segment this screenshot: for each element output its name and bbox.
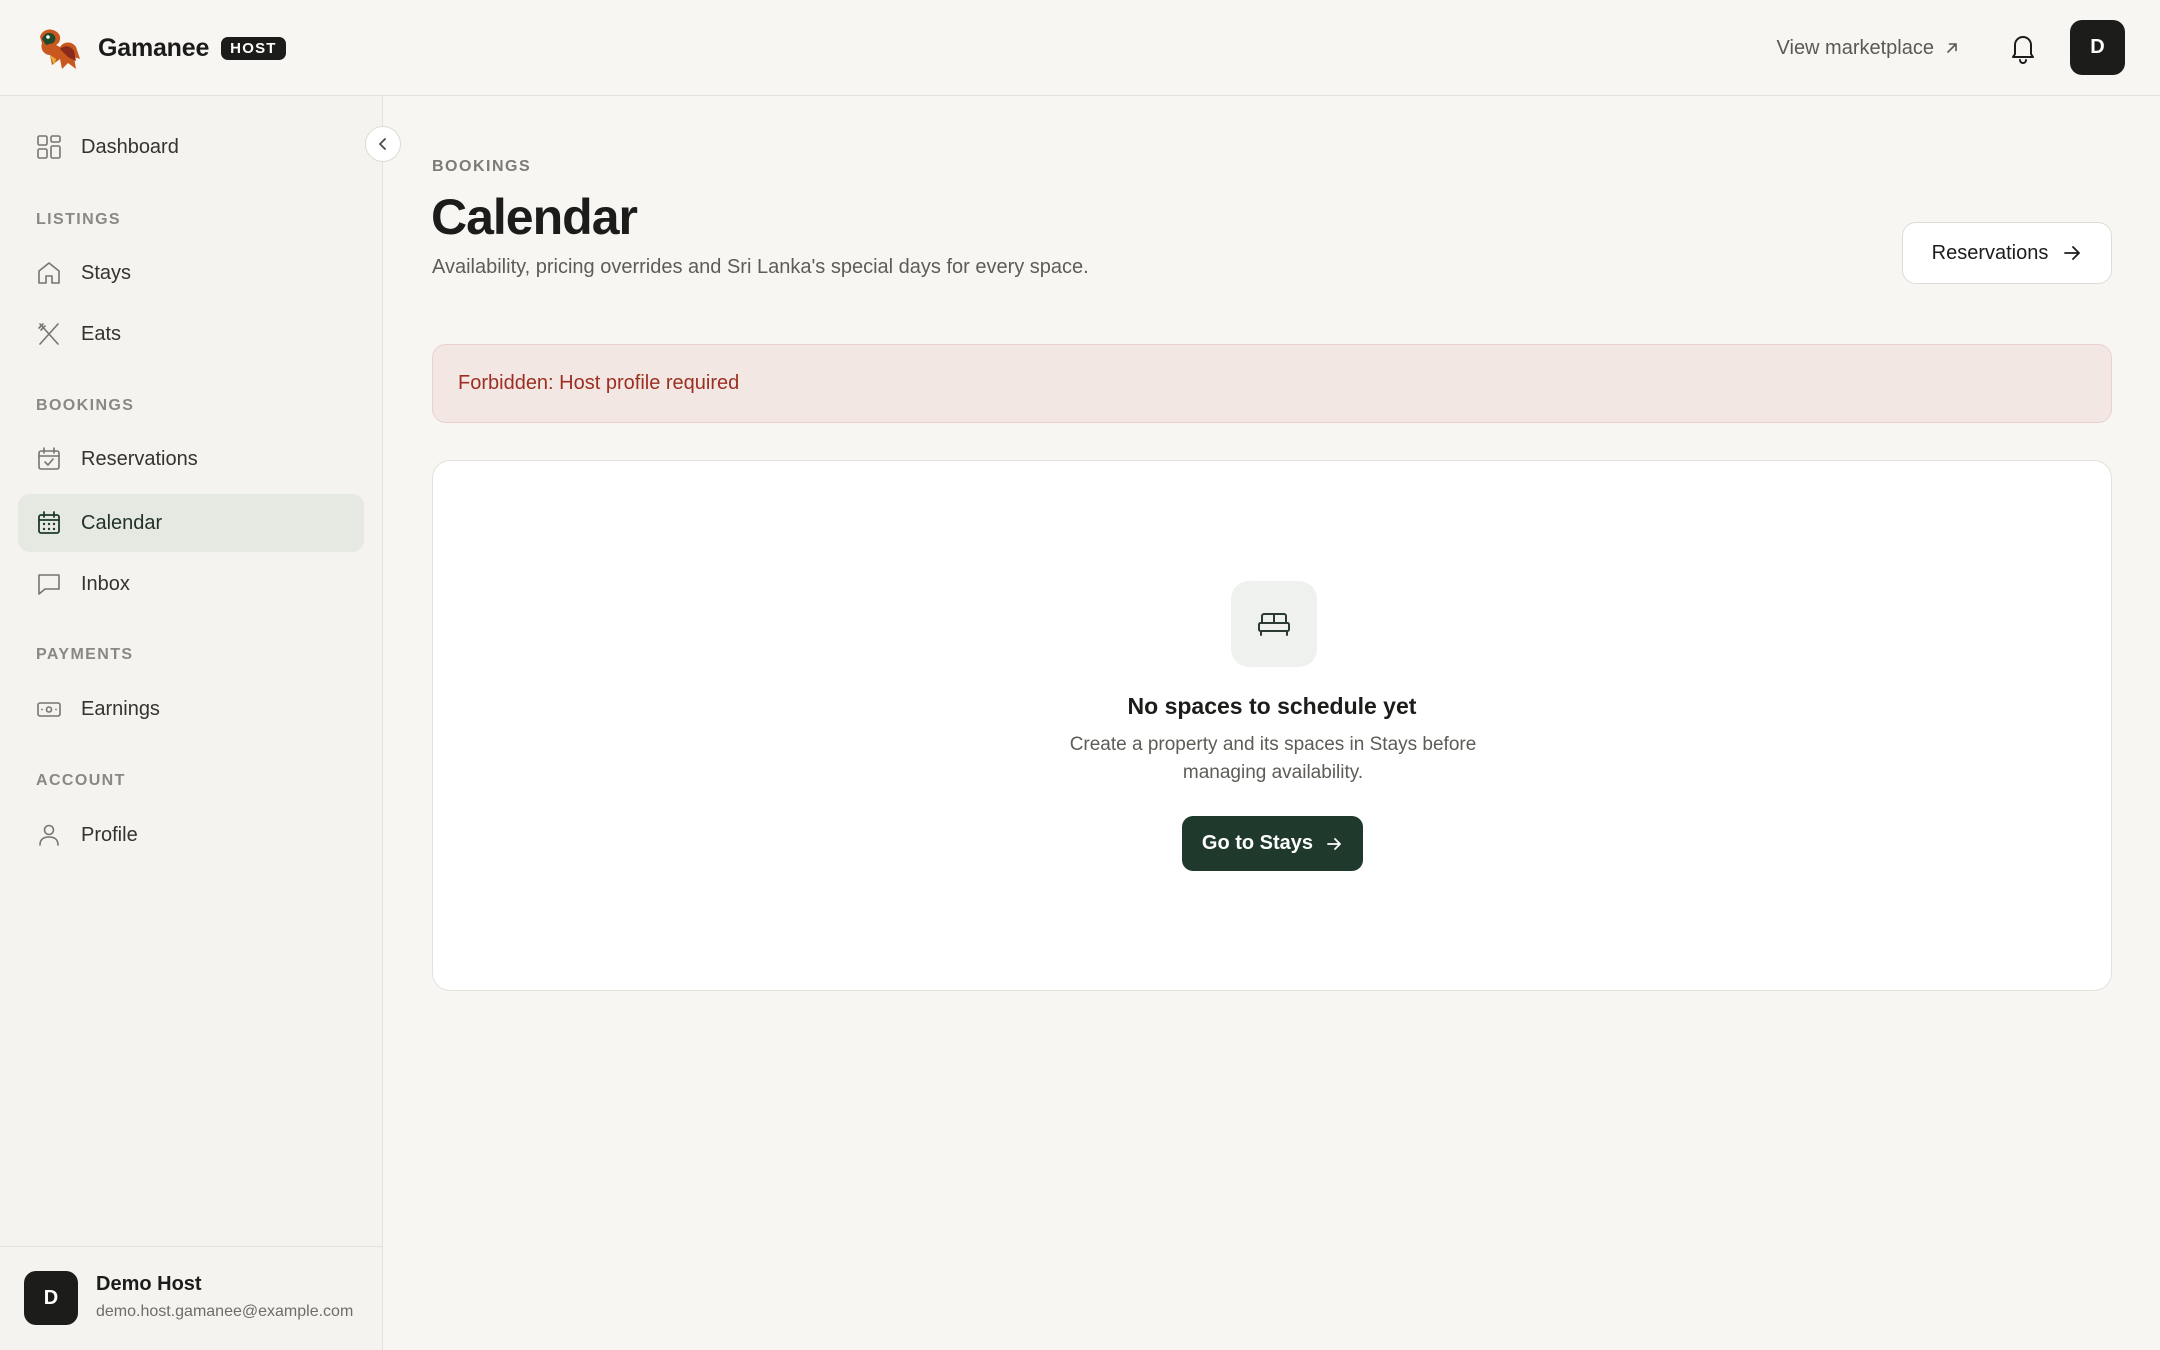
sidebar-item-calendar[interactable]: Calendar bbox=[18, 494, 364, 552]
page-title: Calendar bbox=[431, 189, 638, 245]
section-label-bookings: BOOKINGS bbox=[36, 397, 135, 414]
notification-bell-icon[interactable] bbox=[2006, 30, 2040, 66]
sidebar-item-eats[interactable]: Eats bbox=[18, 305, 364, 363]
sidebar-item-profile[interactable]: Profile bbox=[18, 806, 364, 864]
empty-state-title: No spaces to schedule yet bbox=[1127, 693, 1417, 719]
sidebar: Dashboard LISTINGS Stays Eats BOOKINGS R… bbox=[0, 96, 383, 1350]
avatar: D bbox=[24, 1271, 78, 1325]
sidebar-item-stays[interactable]: Stays bbox=[18, 244, 364, 302]
sidebar-item-label: Profile bbox=[81, 823, 138, 846]
sidebar-item-label: Stays bbox=[81, 261, 132, 284]
empty-state-card: No spaces to schedule yet Create a prope… bbox=[432, 460, 2112, 991]
empty-state-icon-wrap bbox=[1231, 581, 1317, 667]
sidebar-item-label: Earnings bbox=[81, 697, 160, 720]
sidebar-item-label: Inbox bbox=[81, 572, 130, 595]
view-marketplace-label: View marketplace bbox=[1776, 36, 1934, 59]
dashboard-grid-icon bbox=[37, 135, 61, 159]
arrow-right-icon bbox=[1327, 837, 1341, 850]
reservations-button[interactable]: Reservations bbox=[1902, 222, 2112, 284]
home-icon bbox=[38, 262, 60, 284]
user-email: demo.host.gamanee@example.com bbox=[96, 1303, 354, 1320]
banknote-icon bbox=[37, 702, 61, 717]
breadcrumb: BOOKINGS bbox=[432, 158, 532, 175]
error-alert: Forbidden: Host profile required bbox=[432, 344, 2112, 423]
sidebar-item-label: Calendar bbox=[81, 511, 163, 534]
host-badge: HOST bbox=[221, 36, 286, 60]
view-marketplace-link[interactable]: View marketplace bbox=[1777, 30, 1960, 66]
sidebar-item-label: Eats bbox=[81, 322, 122, 345]
sidebar-item-label: Dashboard bbox=[81, 135, 179, 158]
reservations-button-label: Reservations bbox=[1931, 241, 2049, 264]
arrow-right-icon bbox=[2064, 246, 2081, 260]
page-subtitle: Availability, pricing overrides and Sri … bbox=[432, 256, 1089, 278]
error-alert-text: Forbidden: Host profile required bbox=[458, 372, 740, 394]
sidebar-item-inbox[interactable]: Inbox bbox=[18, 555, 364, 613]
user-icon bbox=[39, 824, 59, 846]
section-label-listings: LISTINGS bbox=[36, 211, 121, 228]
message-square-icon bbox=[38, 574, 60, 595]
collapse-sidebar-button[interactable] bbox=[365, 126, 401, 162]
sidebar-item-dashboard[interactable]: Dashboard bbox=[18, 118, 364, 176]
chevron-left-icon bbox=[379, 138, 386, 150]
top-bar: Gamanee HOST View marketplace D bbox=[0, 0, 2160, 96]
brand-name: Gamanee bbox=[98, 33, 210, 62]
user-name: Demo Host bbox=[96, 1273, 202, 1295]
sidebar-user-card[interactable]: D Demo Host demo.host.gamanee@example.co… bbox=[0, 1246, 383, 1350]
sidebar-item-earnings[interactable]: Earnings bbox=[18, 680, 364, 738]
calendar-icon bbox=[38, 511, 60, 534]
utensils-icon bbox=[38, 323, 59, 345]
gamanee-logo-icon bbox=[40, 29, 80, 69]
empty-state-description: Create a property and its spaces in Stay… bbox=[1069, 734, 1477, 783]
sidebar-item-label: Reservations bbox=[81, 447, 198, 470]
external-arrow-icon bbox=[1947, 43, 1957, 53]
sidebar-item-reservations[interactable]: Reservations bbox=[18, 430, 364, 488]
go-to-stays-button[interactable]: Go to Stays bbox=[1182, 816, 1363, 871]
user-avatar-button[interactable]: D bbox=[2070, 20, 2125, 75]
section-label-account: ACCOUNT bbox=[36, 772, 126, 789]
go-to-stays-label: Go to Stays bbox=[1201, 832, 1314, 854]
section-label-payments: PAYMENTS bbox=[36, 646, 134, 663]
brand[interactable]: Gamanee HOST bbox=[34, 24, 286, 72]
calendar-check-icon bbox=[38, 447, 60, 470]
bed-icon bbox=[1258, 613, 1290, 636]
